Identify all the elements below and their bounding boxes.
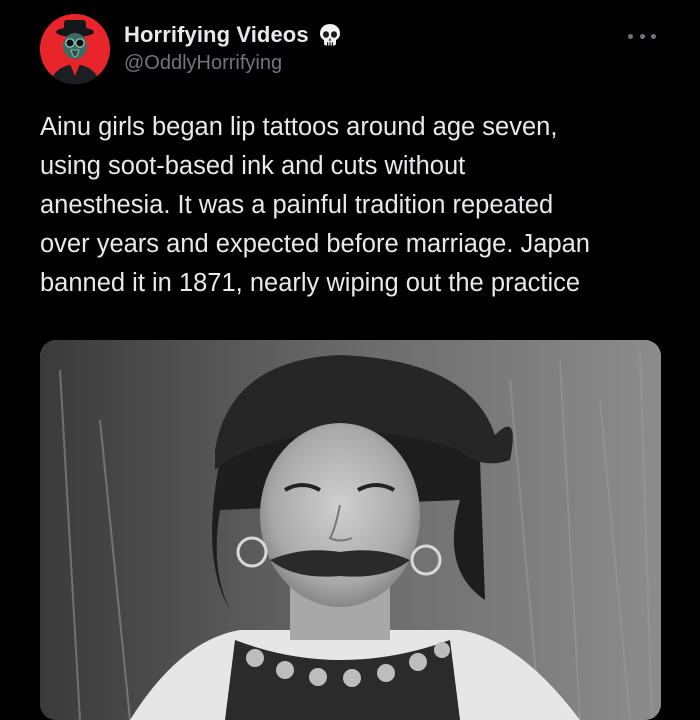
name-row: Horrifying Videos	[124, 20, 343, 50]
tweet-text-line: Ainu girls began lip tattoos around age …	[40, 113, 558, 141]
more-horizontal-icon[interactable]	[628, 28, 656, 44]
tweet: Horrifying Videos @OddlyHorrifying Ainu …	[0, 0, 700, 720]
tweet-photo[interactable]	[40, 340, 661, 720]
author-info: Horrifying Videos @OddlyHorrifying	[124, 20, 343, 75]
avatar[interactable]	[40, 14, 110, 84]
avatar-plague-doctor-icon	[40, 14, 110, 84]
display-name[interactable]: Horrifying Videos	[124, 22, 309, 48]
tweet-text: Ainu girls began lip tattoos around age …	[40, 108, 670, 303]
tweet-text-line: over years and expected before marriage.…	[40, 230, 590, 258]
handle[interactable]: @OddlyHorrifying	[124, 52, 343, 75]
photo-ainu-woman	[40, 340, 661, 720]
tweet-text-line: anesthesia. It was a painful tradition r…	[40, 191, 554, 219]
tweet-text-line: using soot-based ink and cuts without	[40, 152, 466, 180]
skull-icon	[317, 22, 343, 48]
tweet-text-line: banned it in 1871, nearly wiping out the…	[40, 269, 581, 297]
